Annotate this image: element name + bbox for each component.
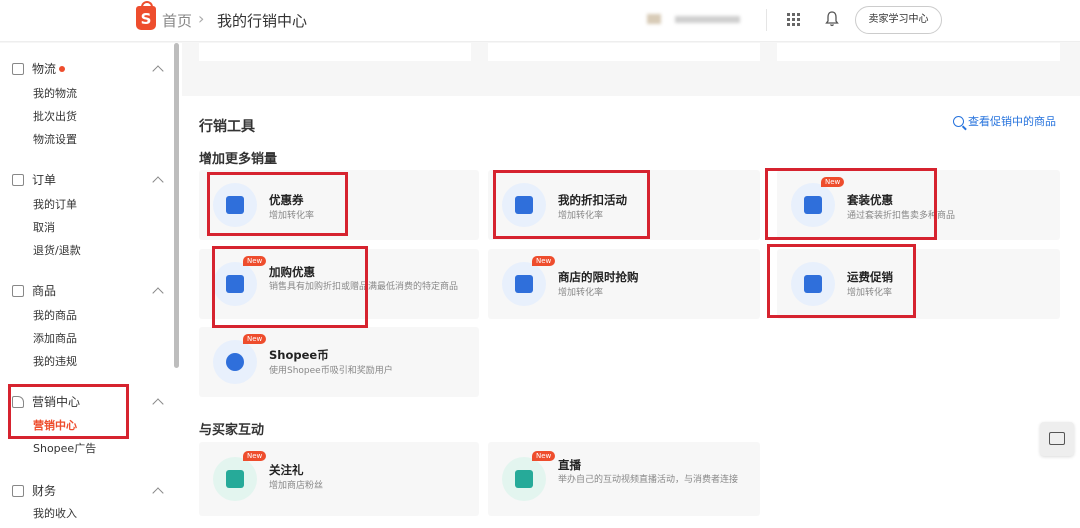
chat-inbox-button[interactable] [1040, 422, 1074, 456]
highlight-box [8, 384, 129, 439]
logistics-icon [12, 62, 24, 75]
new-badge: New [243, 334, 267, 344]
breadcrumb-separator-icon: › [198, 9, 205, 28]
highlight-box [765, 168, 937, 240]
chevron-up-icon[interactable] [152, 398, 164, 410]
highlight-box [207, 172, 348, 236]
user-account-blurred[interactable] [647, 14, 742, 24]
previous-card [488, 43, 760, 61]
coin-icon: New [213, 334, 267, 384]
sidebar-item-my-income[interactable]: 我的收入 [33, 505, 77, 521]
tool-title: 商店的限时抢购 [558, 270, 639, 284]
top-bar: S 首页 › 我的行销中心 卖家学习中心 [0, 0, 1080, 42]
wallet-icon [12, 484, 24, 497]
shopee-logo-icon[interactable]: S [136, 1, 156, 30]
sidebar-group-label: 财务 [32, 484, 57, 498]
tool-desc: 举办自己的互动视频直播活动，与消费者连接 [558, 475, 739, 485]
sidebar-item-shopee-ads[interactable]: Shopee广告 [33, 440, 96, 456]
shop-flash-sale-icon: New [502, 256, 556, 306]
topbar-divider [766, 9, 767, 31]
tool-title: 关注礼 [269, 463, 304, 477]
tool-card-livestream[interactable]: New 直播 举办自己的互动视频直播活动，与消费者连接 [488, 442, 760, 516]
sidebar-group-finance[interactable]: 财务 [12, 482, 56, 499]
sidebar-item-add-product[interactable]: 添加商品 [33, 330, 77, 346]
sidebar-item-my-logistics[interactable]: 我的物流 [33, 85, 77, 101]
new-badge: New [243, 451, 267, 461]
highlight-box [767, 244, 916, 318]
seller-learning-center-button[interactable]: 卖家学习中心 [855, 6, 942, 34]
sidebar-item-my-orders[interactable]: 我的订单 [33, 196, 77, 212]
sidebar-group-products[interactable]: 商品 [12, 282, 56, 299]
section-title: 行销工具 [199, 119, 255, 135]
bell-icon[interactable] [825, 11, 839, 27]
sidebar-item-logistics-settings[interactable]: 物流设置 [33, 131, 77, 147]
gift-icon: New [213, 451, 267, 501]
tool-title: 直播 [558, 458, 581, 472]
clipboard-icon [12, 173, 24, 186]
tool-desc: 增加转化率 [558, 288, 604, 298]
sidebar-group-label: 订单 [32, 173, 57, 187]
new-badge: New [532, 256, 556, 266]
product-icon [12, 284, 24, 297]
sub-title-increase-sales: 增加更多销量 [199, 152, 278, 167]
previous-card [199, 43, 471, 61]
new-badge: New [532, 451, 556, 461]
tool-card-shopee-coins[interactable]: New Shopee币 使用Shopee币吸引和奖励用户 [199, 327, 479, 397]
highlight-box [212, 246, 368, 328]
view-link-label: 查看促销中的商品 [968, 115, 1056, 128]
sidebar-group-label: 物流 [32, 62, 57, 76]
tool-title: Shopee币 [269, 348, 329, 362]
sidebar-item-my-products[interactable]: 我的商品 [33, 307, 77, 323]
tool-card-follow-prize[interactable]: New 关注礼 增加商店粉丝 [199, 442, 479, 516]
apps-grid-icon[interactable] [787, 13, 800, 26]
chevron-up-icon[interactable] [152, 487, 164, 499]
tool-card-flash-sale[interactable]: New 商店的限时抢购 增加转化率 [488, 249, 760, 319]
page-title: 我的行销中心 [217, 12, 308, 30]
previous-card [777, 43, 1060, 61]
chevron-up-icon[interactable] [152, 287, 164, 299]
sidebar-item-violations[interactable]: 我的违规 [33, 353, 77, 369]
chevron-up-icon[interactable] [152, 65, 164, 77]
sidebar-group-logistics[interactable]: 物流 [12, 60, 66, 77]
breadcrumb-home[interactable]: 首页 [162, 10, 192, 31]
sidebar-group-orders[interactable]: 订单 [12, 171, 56, 188]
sidebar-item-cancel[interactable]: 取消 [33, 219, 55, 235]
chevron-up-icon[interactable] [152, 176, 164, 188]
tool-desc: 使用Shopee币吸引和奖励用户 [269, 366, 393, 376]
sub-title-engage-buyers: 与买家互动 [199, 423, 265, 438]
sidebar-item-batch-ship[interactable]: 批次出货 [33, 108, 77, 124]
sidebar-scrollbar[interactable] [174, 43, 179, 368]
notification-dot [59, 65, 66, 72]
tool-desc: 增加商店粉丝 [269, 481, 324, 491]
video-camera-icon: New [502, 451, 556, 501]
view-promoted-products-link[interactable]: 查看促销中的商品 [953, 113, 1056, 129]
highlight-box [493, 170, 650, 239]
search-icon [953, 115, 964, 127]
sidebar-item-returns[interactable]: 退货/退款 [33, 242, 81, 258]
sidebar-group-label: 商品 [32, 284, 57, 298]
sidebar: 物流 我的物流 批次出货 物流设置 订单 我的订单 取消 退货/退款 商品 我的… [0, 43, 182, 528]
envelope-icon [1049, 432, 1065, 445]
